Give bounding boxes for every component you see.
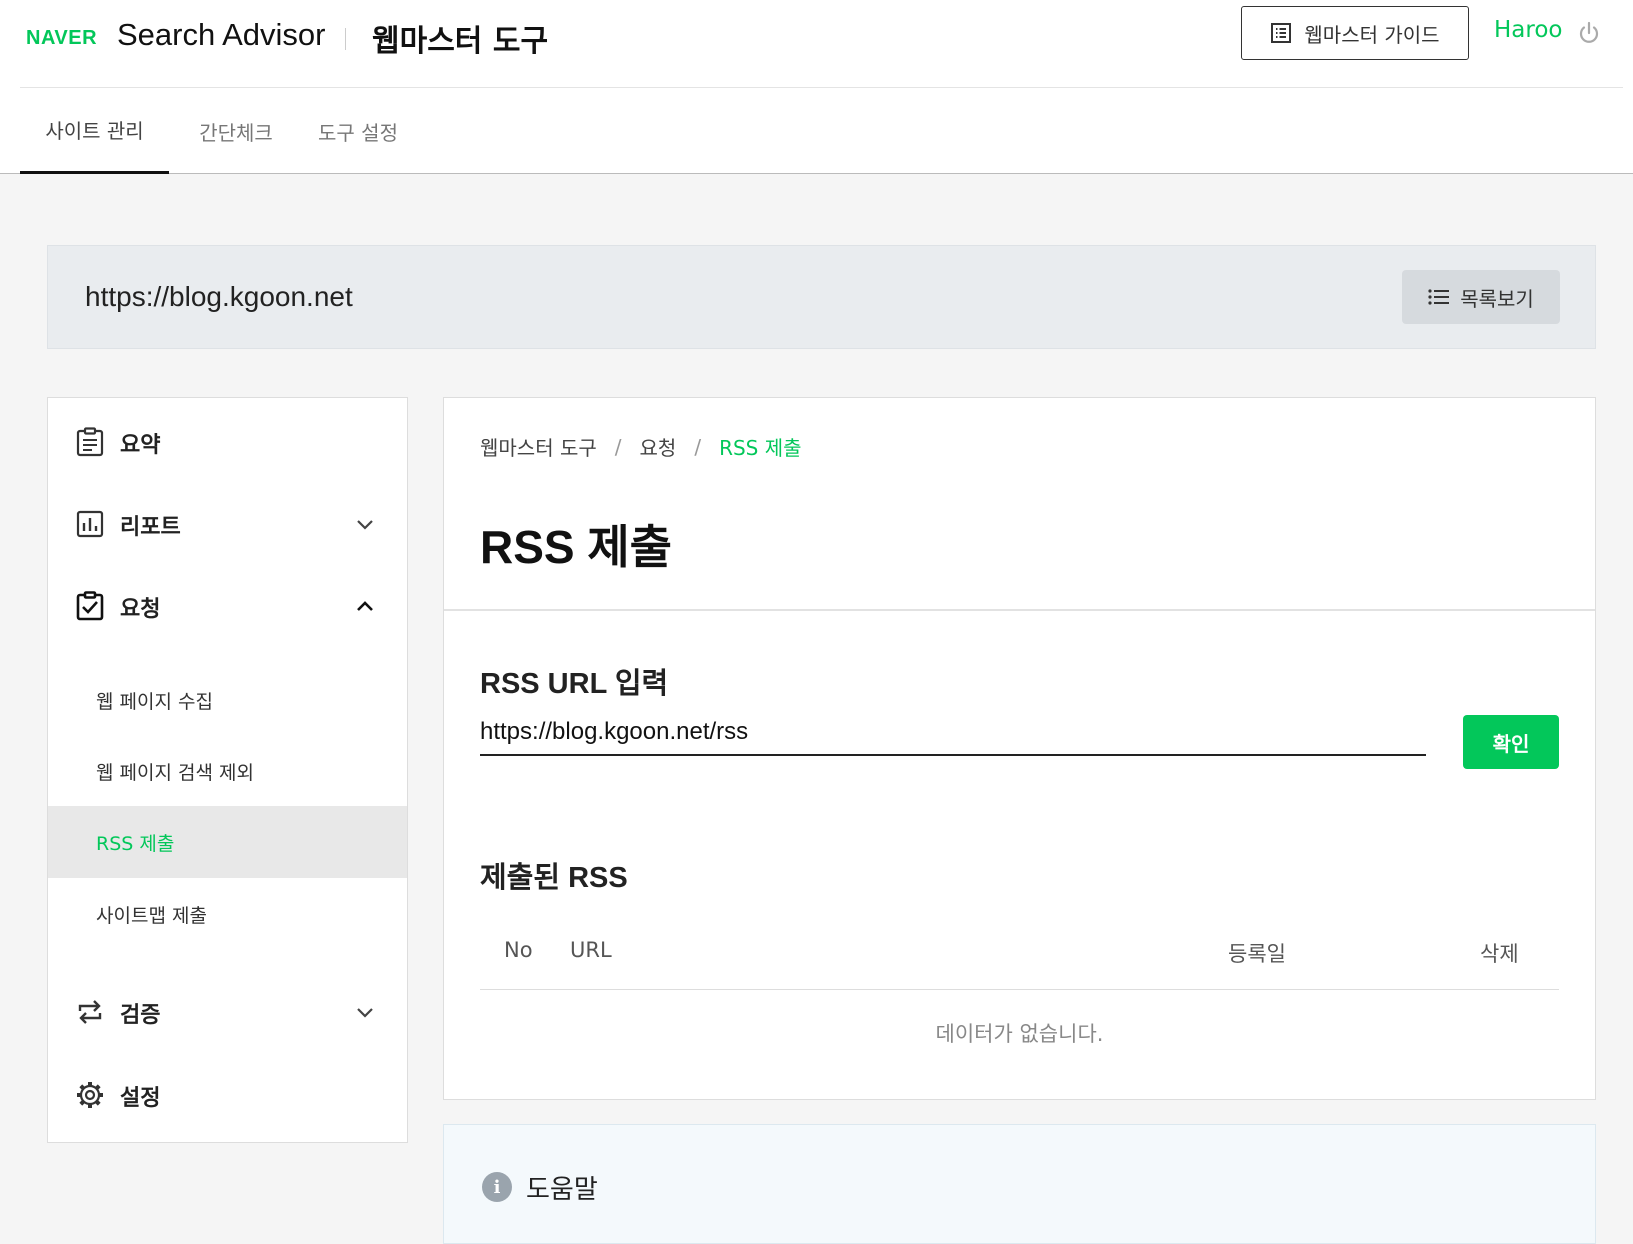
title-divider (444, 609, 1595, 611)
webmaster-guide-button[interactable]: 웹마스터 가이드 (1241, 6, 1469, 60)
list-icon (1428, 289, 1450, 305)
empty-table-message: 데이터가 없습니다. (935, 1022, 1104, 1046)
sidebar-item-request[interactable]: 요청 (48, 571, 407, 641)
tab-site-management[interactable]: 사이트 관리 (20, 88, 169, 174)
guide-button-label: 웹마스터 가이드 (1304, 22, 1440, 47)
col-header-url: URL (570, 938, 612, 962)
page-title: RSS 제출 (480, 521, 673, 573)
tab-quick-check[interactable]: 간단체크 (184, 88, 288, 174)
product-name[interactable]: Search Advisor (117, 17, 326, 53)
sidebar-subitem-page-collect[interactable]: 웹 페이지 수집 (48, 664, 407, 736)
help-title[interactable]: 도움말 (526, 1169, 598, 1206)
sidebar-item-verify[interactable]: 검증 (48, 977, 407, 1047)
gear-icon (77, 1082, 103, 1108)
sidebar-label-request: 요청 (120, 597, 161, 622)
sidebar-label-settings: 설정 (120, 1086, 161, 1111)
sidebar-label-summary: 요약 (120, 433, 161, 458)
tab-tool-settings[interactable]: 도구 설정 (305, 88, 411, 174)
user-name[interactable]: Haroo (1494, 17, 1562, 43)
clipboard-check-icon (76, 591, 104, 621)
sidebar-subitem-page-exclude[interactable]: 웹 페이지 검색 제외 (48, 735, 407, 807)
sidebar-label-verify: 검증 (120, 1003, 161, 1028)
logout-power-icon[interactable] (1577, 21, 1601, 45)
rss-table-header: No URL 등록일 삭제 (480, 918, 1559, 990)
sidebar-subitem-rss-submit[interactable]: RSS 제출 (48, 806, 407, 878)
chevron-down-icon (357, 1008, 373, 1018)
col-header-no: No (504, 938, 533, 962)
list-view-button[interactable]: 목록보기 (1402, 270, 1560, 324)
chevron-up-icon (357, 601, 373, 611)
subitem-label: RSS 제출 (96, 833, 175, 855)
breadcrumb-separator: / (614, 434, 622, 459)
site-url: https://blog.kgoon.net (85, 281, 353, 312)
clipboard-icon (76, 427, 104, 457)
document-list-icon (1271, 23, 1292, 43)
breadcrumb-item[interactable]: 웹마스터 도구 (480, 432, 597, 461)
sidebar-subitem-sitemap-submit[interactable]: 사이트맵 제출 (48, 878, 407, 950)
subitem-label: 사이트맵 제출 (96, 905, 207, 927)
sidebar: 요약 리포트 요청 웹 페이지 수집 웹 페이지 검색 제외 RSS 제출 사이… (47, 397, 408, 1143)
col-header-delete: 삭제 (1480, 942, 1519, 966)
breadcrumb-item[interactable]: 요청 (640, 432, 677, 461)
main-tabs: 사이트 관리 간단체크 도구 설정 (0, 88, 1633, 174)
list-view-label: 목록보기 (1460, 286, 1534, 311)
sidebar-item-settings[interactable]: 설정 (48, 1060, 407, 1130)
site-bar: https://blog.kgoon.net 목록보기 (47, 245, 1596, 349)
global-nav: NAVER Search Advisor 웹마스터 도구 웹마스터 가이드 Ha… (20, 0, 1623, 88)
top-header: NAVER Search Advisor 웹마스터 도구 웹마스터 가이드 Ha… (0, 0, 1633, 174)
bar-chart-icon (76, 510, 104, 538)
subitem-label: 웹 페이지 수집 (96, 691, 213, 713)
breadcrumb: 웹마스터 도구 / 요청 / RSS 제출 (480, 432, 802, 461)
tool-name[interactable]: 웹마스터 도구 (372, 16, 548, 60)
breadcrumb-current: RSS 제출 (719, 436, 802, 460)
col-header-date: 등록일 (1228, 942, 1286, 966)
rss-url-input[interactable] (480, 710, 1426, 756)
sidebar-item-summary[interactable]: 요약 (48, 407, 407, 477)
subitem-label: 웹 페이지 검색 제외 (96, 762, 254, 784)
naver-logo[interactable]: NAVER (26, 27, 97, 50)
rss-input-heading: RSS URL 입력 (480, 668, 669, 700)
chevron-down-icon (357, 520, 373, 530)
info-icon: i (482, 1172, 512, 1202)
breadcrumb-separator: / (694, 434, 702, 459)
repeat-icon (78, 1000, 102, 1024)
submitted-rss-heading: 제출된 RSS (480, 862, 628, 894)
help-panel: i 도움말 (443, 1124, 1596, 1244)
logo-divider (345, 28, 346, 50)
confirm-button[interactable]: 확인 (1463, 715, 1559, 769)
sidebar-label-report: 리포트 (120, 515, 181, 540)
rss-submit-panel: 웹마스터 도구 / 요청 / RSS 제출 RSS 제출 RSS URL 입력 … (443, 397, 1596, 1100)
sidebar-item-report[interactable]: 리포트 (48, 489, 407, 559)
